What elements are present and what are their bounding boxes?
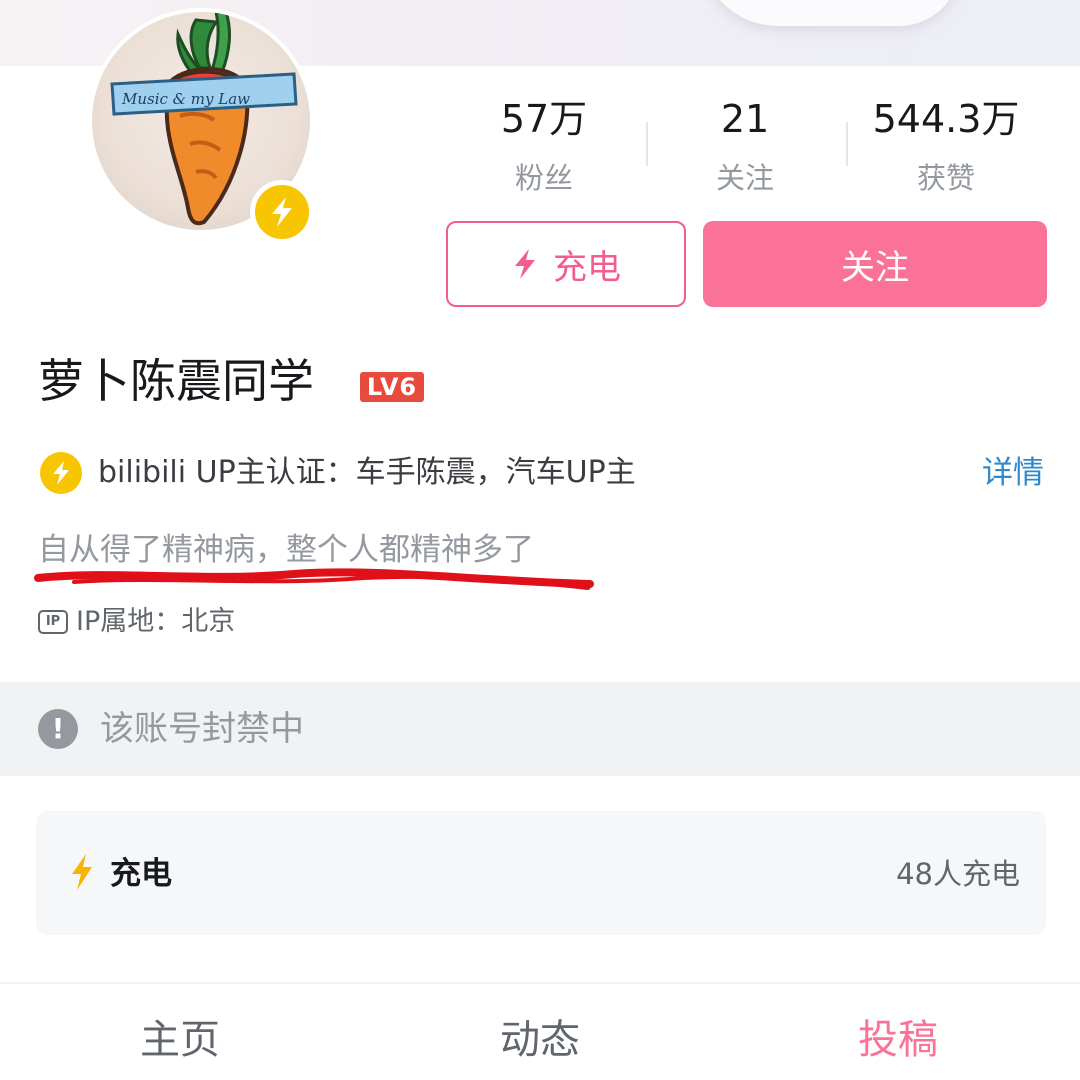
stat-following[interactable]: 21 关注 <box>645 96 845 198</box>
verification-text: bilibili UP主认证：车手陈震，汽车UP主 <box>98 455 636 490</box>
stat-likes[interactable]: 544.3万 获赞 <box>846 96 1046 198</box>
fans-count: 57万 <box>500 97 588 141</box>
following-label: 关注 <box>715 161 774 195</box>
tab-home[interactable]: 主页 <box>80 1012 280 1068</box>
charge-badge-icon <box>250 180 314 244</box>
charge-card-title: 充电 <box>110 856 172 892</box>
verified-lightning-icon <box>40 452 82 494</box>
avatar-ribbon-text: Music & my Law <box>121 90 250 108</box>
banned-text: 该账号封禁中 <box>100 709 304 749</box>
red-underline-annotation <box>34 568 594 590</box>
likes-count: 544.3万 <box>872 97 1020 141</box>
banner-decoration <box>700 0 960 26</box>
likes-label: 获赞 <box>916 161 975 195</box>
tab-uploads[interactable]: 投稿 <box>798 1012 998 1068</box>
charge-count: 48人充电 <box>896 857 1020 891</box>
charge-card[interactable] <box>36 811 1046 935</box>
following-count: 21 <box>720 97 770 141</box>
stat-fans[interactable]: 57万 粉丝 <box>444 96 644 198</box>
details-link[interactable]: 详情 <box>982 452 1044 494</box>
lightning-icon <box>72 854 92 890</box>
lightning-icon <box>515 249 535 279</box>
fans-label: 粉丝 <box>514 161 573 195</box>
username: 萝卜陈震同学 <box>38 354 314 408</box>
ip-location: IP属地：北京 <box>76 606 236 637</box>
follow-button[interactable]: 关注 <box>703 221 1047 307</box>
tab-dynamics[interactable]: 动态 <box>440 1012 640 1068</box>
level-badge: LV6 <box>360 372 424 402</box>
ip-icon: IP <box>38 610 68 634</box>
charge-button[interactable]: 充电 <box>446 221 686 307</box>
exclamation-icon: ! <box>38 709 78 749</box>
charge-button-label: 充电 <box>553 247 621 288</box>
